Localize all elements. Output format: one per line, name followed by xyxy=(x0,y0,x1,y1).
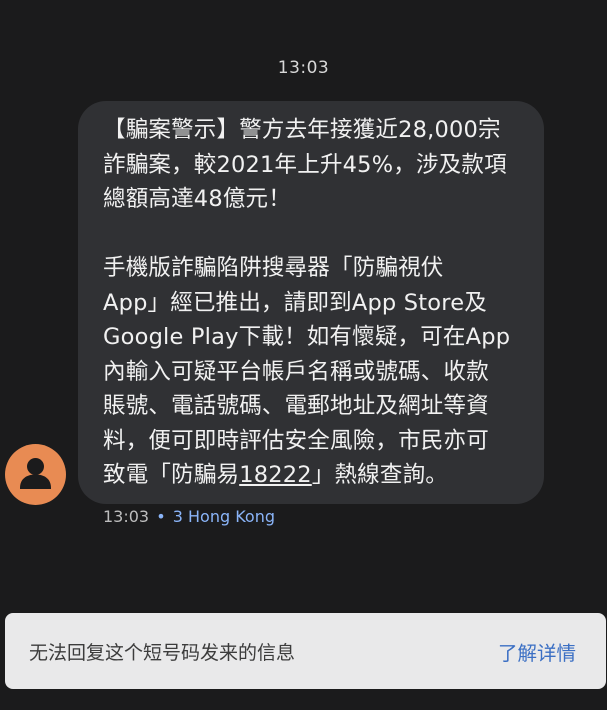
messages-screen: 13:03 【騙案警示】警方去年接獲近28,000宗 詐騙案，較2021年上升4… xyxy=(0,0,607,710)
cannot-reply-banner: 无法回复这个短号码发来的信息 了解详情 xyxy=(5,613,606,689)
meta-separator: • xyxy=(156,507,166,526)
person-icon xyxy=(20,458,51,489)
message-paragraph-1: 【騙案警示】警方去年接獲近28,000宗 詐騙案，較2021年上升45%，涉及款… xyxy=(103,117,507,212)
learn-more-link[interactable]: 了解详情 xyxy=(498,637,576,666)
message-paragraph-2-text: 手機版詐騙陷阱搜尋器「防騙視伏 App」經已推出，請即到App Store及 G… xyxy=(103,255,511,488)
cannot-reply-text: 无法回复这个短号码发来的信息 xyxy=(29,641,296,664)
message-paragraph-2: 手機版詐騙陷阱搜尋器「防騙視伏 App」經已推出，請即到App Store及 G… xyxy=(103,251,522,493)
message-bubble[interactable]: 【騙案警示】警方去年接獲近28,000宗 詐騙案，較2021年上升45%，涉及款… xyxy=(78,101,544,504)
sim-label: 3 Hong Kong xyxy=(172,507,275,526)
message-meta: 13:03 • 3 Hong Kong xyxy=(103,507,275,526)
conversation-timestamp: 13:03 xyxy=(277,58,330,78)
sender-avatar[interactable] xyxy=(5,444,66,505)
message-paragraph-2-tail: 」熱線查詢。 xyxy=(311,462,448,488)
message-time: 13:03 xyxy=(103,507,150,526)
hotline-number-link[interactable]: 18222 xyxy=(239,462,312,488)
